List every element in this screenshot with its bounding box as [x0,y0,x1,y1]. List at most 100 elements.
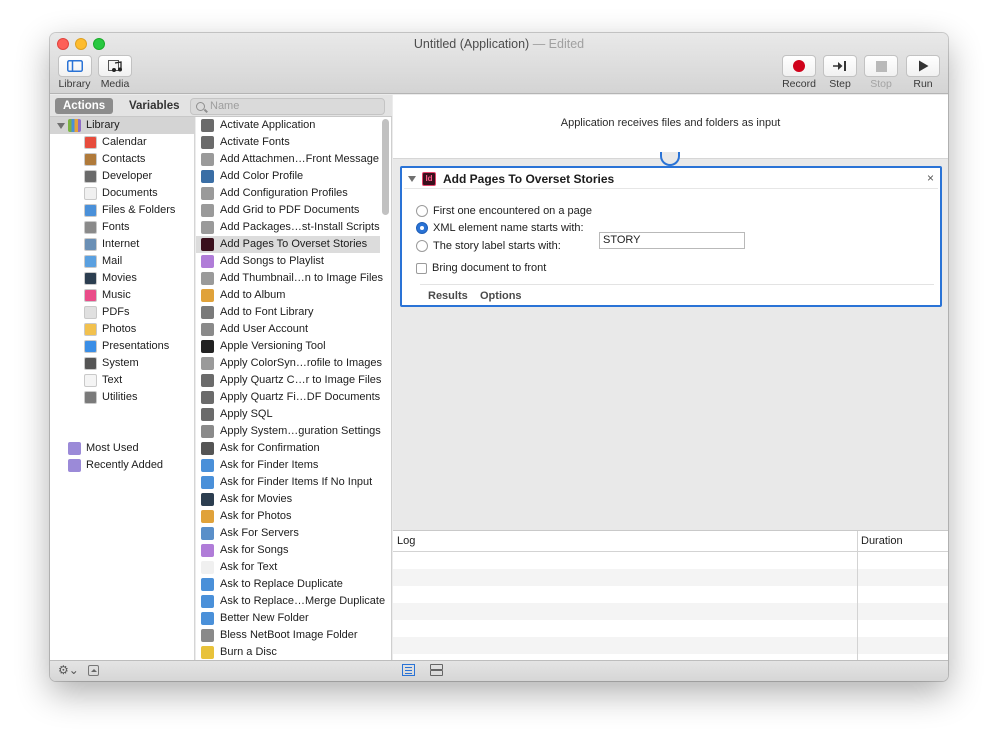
record-button[interactable] [782,55,816,77]
library-button[interactable] [57,55,92,77]
sidebar-item-pdfs[interactable]: PDFs [84,304,130,321]
list-item[interactable]: Add to Album [196,287,380,304]
sidebar-item-documents[interactable]: Documents [84,185,158,202]
options-tab[interactable]: Options [480,290,522,302]
media-button[interactable] [98,55,132,77]
radio-button[interactable] [416,205,428,217]
list-view-icon[interactable] [402,664,415,676]
gear-icon[interactable]: ⚙︎⌄ [58,663,79,677]
radio-story-label[interactable]: The story label starts with: [416,239,561,253]
close-icon[interactable]: × [927,171,934,185]
list-item[interactable]: Better New Folder [196,610,380,627]
stop-tool[interactable]: Stop [864,55,898,90]
radio-button-selected[interactable] [416,222,428,234]
duration-column-header[interactable]: Duration [861,535,903,547]
list-item[interactable]: Apply System…guration Settings [196,423,381,440]
sidebar-item-developer[interactable]: Developer [84,168,152,185]
action-list[interactable]: Activate Application Activate Fonts Add At… [196,117,392,660]
disclosure-triangle-icon[interactable] [408,176,416,182]
action-list-scrollbar[interactable] [382,119,389,215]
step-button[interactable] [823,55,857,77]
list-item[interactable]: Add Attachmen…Front Message [196,151,380,168]
log-row [393,637,948,654]
recently-added-folder[interactable]: Recently Added [68,457,163,474]
list-item[interactable]: Ask to Replace…Merge Duplicate [196,593,385,610]
library-books-icon [68,119,81,132]
show-description-icon[interactable] [88,665,99,676]
log-pane[interactable]: Log Duration [393,530,948,661]
list-item[interactable]: Add Pages To Overset Stories [196,236,380,253]
action-icon [201,170,214,183]
list-item[interactable]: Add Grid to PDF Documents [196,202,380,219]
action-icon [201,459,214,472]
list-item[interactable]: Activate Fonts [196,134,380,151]
sidebar-item-text[interactable]: Text [84,372,122,389]
list-item[interactable]: Ask for Finder Items [196,457,380,474]
workflow-area[interactable]: Application receives files and folders a… [393,95,948,530]
radio-button[interactable] [416,240,428,252]
action-icon [201,289,214,302]
list-item[interactable]: Add Packages…st-Install Scripts [196,219,380,236]
list-item[interactable]: Ask for Photos [196,508,380,525]
list-item[interactable]: Add User Account [196,321,380,338]
list-item[interactable]: Ask For Servers [196,525,380,542]
sidebar-item-files-folders[interactable]: Files & Folders [84,202,175,219]
list-item[interactable]: Apple Versioning Tool [196,338,380,355]
sidebar-item-fonts[interactable]: Fonts [84,219,130,236]
run-button[interactable] [906,55,940,77]
most-used-folder[interactable]: Most Used [68,440,139,457]
sidebar-item-utilities[interactable]: Utilities [84,389,137,406]
list-item[interactable]: Add Configuration Profiles [196,185,380,202]
flow-view-icon[interactable] [430,664,443,676]
list-item[interactable]: Bless NetBoot Image Folder [196,627,380,644]
list-item[interactable]: Ask for Movies [196,491,380,508]
sidebar-item-movies[interactable]: Movies [84,270,137,287]
radio-first-one[interactable]: First one encountered on a page [416,204,592,218]
action-add-pages-to-overset-stories[interactable]: Id Add Pages To Overset Stories × First … [400,166,942,307]
list-item[interactable]: Ask for Text [196,559,380,576]
sidebar-item-contacts[interactable]: Contacts [84,151,145,168]
disclosure-triangle-icon[interactable] [57,122,65,129]
list-item[interactable]: Add Thumbnail…n to Image Files [196,270,383,287]
list-item[interactable]: Activate Application [196,117,380,134]
results-tab[interactable]: Results [428,290,468,302]
sidebar-item-presentations[interactable]: Presentations [84,338,169,355]
sidebar-item-photos[interactable]: Photos [84,321,136,338]
list-item[interactable]: Ask for Finder Items If No Input [196,474,380,491]
stop-button[interactable] [864,55,898,77]
run-tool[interactable]: Run [906,55,940,90]
list-item[interactable]: Ask for Songs [196,542,380,559]
list-item[interactable]: Ask to Replace Duplicate [196,576,380,593]
log-column-header[interactable]: Log [397,535,415,547]
media-tool[interactable]: Media [98,55,132,90]
contacts-icon [84,153,97,166]
sidebar-item-calendar[interactable]: Calendar [84,134,147,151]
sidebar-item-mail[interactable]: Mail [84,253,122,270]
sidebar-item-system[interactable]: System [84,355,139,372]
sidebar-item-internet[interactable]: Internet [84,236,139,253]
list-item[interactable]: Ask for Confirmation [196,440,380,457]
action-icon [201,391,214,404]
sidebar-item-music[interactable]: Music [84,287,131,304]
list-item[interactable]: Apply ColorSyn…rofile to Images [196,355,382,372]
search-input[interactable]: Name [190,98,385,115]
tab-actions[interactable]: Actions [55,98,114,114]
library-tool[interactable]: Library [56,55,93,90]
media-icon [107,59,122,72]
list-item[interactable]: Apply SQL [196,406,380,423]
record-tool[interactable]: Record [781,55,817,90]
list-item[interactable]: Add to Font Library [196,304,380,321]
list-item[interactable]: Apply Quartz C…r to Image Files [196,372,381,389]
step-tool[interactable]: Step [823,55,857,90]
bring-to-front-checkbox[interactable]: Bring document to front [416,261,546,275]
list-item[interactable]: Burn a Disc [196,644,380,660]
checkbox[interactable] [416,262,427,274]
story-label-field[interactable]: STORY [599,232,745,249]
list-item[interactable]: Add Color Profile [196,168,380,185]
list-item[interactable]: Add Songs to Playlist [196,253,380,270]
library-root[interactable]: Library [50,117,195,134]
list-item[interactable]: Apply Quartz Fi…DF Documents [196,389,380,406]
radio-xml-element[interactable]: XML element name starts with: [416,221,584,235]
action-icon [201,136,214,149]
tab-variables[interactable]: Variables [121,98,188,114]
